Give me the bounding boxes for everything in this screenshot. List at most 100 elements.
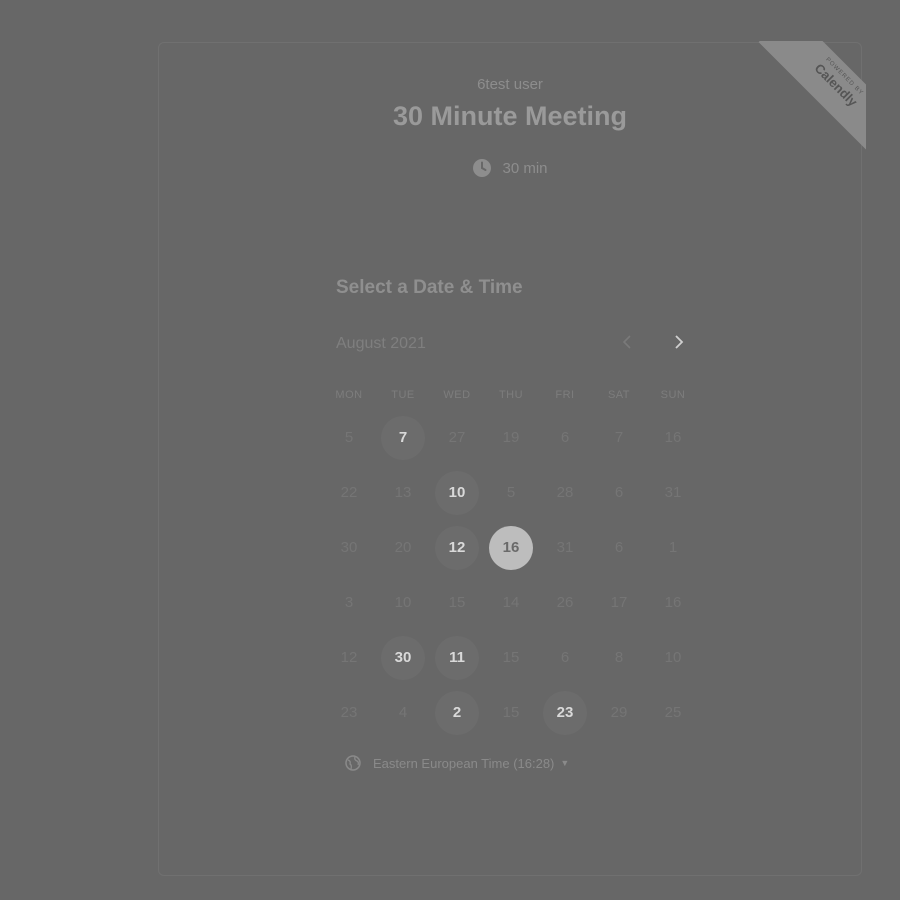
date-number: 6 [614,484,624,501]
date-cell: 12 [322,630,376,685]
date-cell: 5 [322,410,376,465]
date-cell: 30 [322,520,376,575]
date-cell: 13 [376,465,430,520]
date-number: 5 [506,484,516,501]
date-cell: 14 [484,575,538,630]
date-number: 10 [435,470,479,515]
date-number: 16 [664,429,682,446]
date-cell: 22 [322,465,376,520]
available-date-button[interactable]: 10 [430,465,484,520]
date-cell: 5 [484,465,538,520]
date-cell: 29 [592,685,646,740]
date-number: 29 [610,704,628,721]
date-cell: 8 [592,630,646,685]
weekday-header: MON [335,389,363,401]
date-number: 11 [435,635,479,680]
date-number: 23 [340,704,358,721]
date-number: 25 [664,704,682,721]
date-cell: 1 [646,520,700,575]
date-number: 31 [556,539,574,556]
date-number: 6 [560,429,570,446]
date-number: 7 [381,415,425,460]
date-number: 5 [344,429,354,446]
previous-month-button[interactable] [616,333,638,355]
chevron-left-icon [622,334,632,354]
event-title: 30 Minute Meeting [392,101,628,131]
date-number: 28 [556,484,574,501]
date-cell: 16 [646,410,700,465]
date-cell: 10 [376,575,430,630]
date-cell: 20 [376,520,430,575]
available-date-button[interactable]: 11 [430,630,484,685]
date-number: 26 [556,594,574,611]
date-number: 7 [614,429,624,446]
date-number: 17 [610,594,628,611]
date-cell: 17 [592,575,646,630]
available-date-button[interactable]: 30 [376,630,430,685]
event-owner-name: 6test user [477,76,543,93]
event-duration: 30 min [158,158,862,178]
timezone-label: Eastern European Time (16:28) [373,755,555,771]
date-cell: 6 [592,465,646,520]
date-number: 12 [435,525,479,570]
available-date-button[interactable]: 12 [430,520,484,575]
date-cell: 4 [376,685,430,740]
date-number: 16 [664,594,682,611]
date-cell: 6 [538,410,592,465]
powered-by-ribbon[interactable]: POWERED BY Calendly [756,41,866,151]
date-cell: 6 [538,630,592,685]
month-label: August 2021 [336,335,426,352]
timezone-selector[interactable]: Eastern European Time (16:28) ▼ [345,755,569,771]
globe-icon [345,755,361,771]
date-number: 30 [381,635,425,680]
chevron-right-icon [674,334,684,354]
date-cell: 15 [484,630,538,685]
date-number: 14 [502,594,520,611]
date-number: 3 [344,594,354,611]
date-cell: 15 [484,685,538,740]
date-number: 20 [394,539,412,556]
weekday-header: TUE [391,389,415,401]
date-cell: 6 [592,520,646,575]
date-cell: 3 [322,575,376,630]
date-number: 1 [668,539,678,556]
date-cell: 25 [646,685,700,740]
date-number: 23 [543,690,587,735]
date-cell: 27 [430,410,484,465]
date-number: 10 [664,649,682,666]
caret-down-icon: ▼ [560,758,570,768]
weekday-header: SAT [607,389,631,401]
date-cell: 23 [322,685,376,740]
date-number: 6 [560,649,570,666]
date-number: 22 [340,484,358,501]
date-number: 15 [502,704,520,721]
date-cell: 19 [484,410,538,465]
date-number: 15 [502,649,520,666]
date-cell: 31 [538,520,592,575]
weekday-header: FRI [555,389,575,401]
date-number: 31 [664,484,682,501]
section-title: Select a Date & Time [336,277,523,298]
calendar-grid: MON TUE WED THU FRI SAT SUN 5 7 27 19 6 7 16 22 13 10 5 28… [322,380,700,740]
date-number: 4 [398,704,408,721]
selected-date-button[interactable]: 16 [484,520,538,575]
date-cell: 7 [592,410,646,465]
available-date-button[interactable]: 2 [430,685,484,740]
date-cell: 31 [646,465,700,520]
date-cell: 15 [430,575,484,630]
weekday-header: THU [498,389,524,401]
calendly-brand-label: Calendly [811,60,861,110]
next-month-button[interactable] [668,333,690,355]
available-date-button[interactable]: 7 [376,410,430,465]
date-number: 6 [614,539,624,556]
date-number: 8 [614,649,624,666]
date-number: 19 [502,429,520,446]
weekday-header: SUN [660,389,686,401]
date-cell: 16 [646,575,700,630]
date-number: 2 [435,690,479,735]
date-number: 12 [340,649,358,666]
date-cell: 28 [538,465,592,520]
date-number: 10 [394,594,412,611]
available-date-button[interactable]: 23 [538,685,592,740]
clock-icon [472,158,492,178]
